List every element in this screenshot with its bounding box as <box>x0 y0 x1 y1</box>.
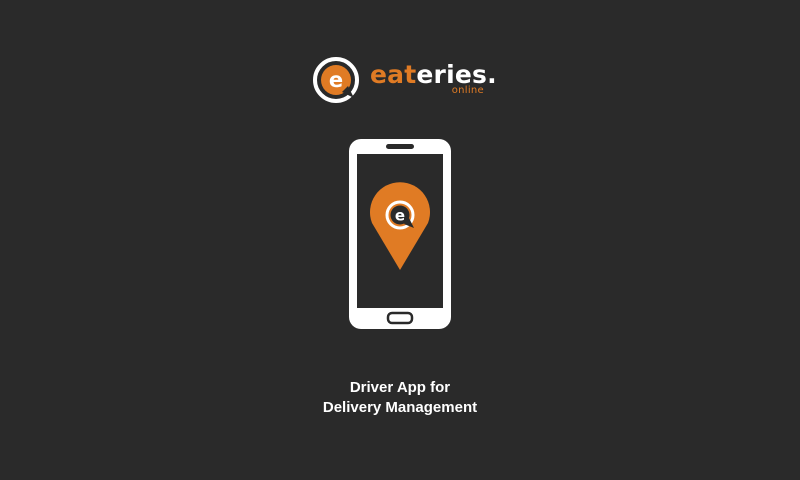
smartphone-icon: e <box>349 139 451 329</box>
pin-letter: e <box>395 207 405 225</box>
splash-screen: { "brand": { "name_accent": "eat", "name… <box>0 0 800 480</box>
brand-name-accent: eat <box>370 60 417 89</box>
tagline-line-1: Driver App for <box>349 379 451 396</box>
tagline-line-2: Delivery Management <box>322 399 478 416</box>
brand-subtitle: online <box>451 85 484 96</box>
tagline: Driver App for Delivery Management <box>0 378 800 418</box>
svg-text:e: e <box>329 68 343 92</box>
logo-mark-icon: e <box>313 57 359 103</box>
eateries-logo: e eateries. online <box>312 56 497 104</box>
